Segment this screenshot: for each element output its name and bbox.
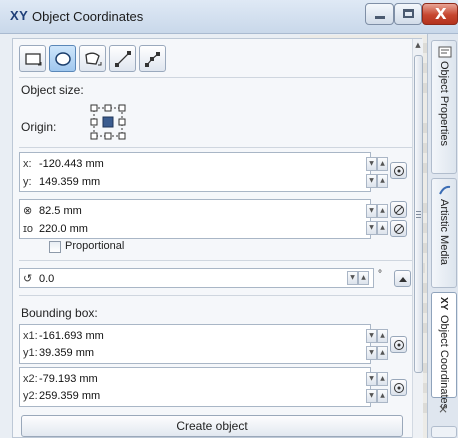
object-coordinates-window: XY Object Coordinates X Object size: Ori… [0,0,458,438]
origin-label: Origin: [21,120,57,134]
close-button[interactable]: X [422,3,458,25]
degree-unit: ° [378,269,382,280]
separator [19,260,413,261]
tab-label: Object Properties [438,61,450,146]
close-icon[interactable]: × [438,402,448,416]
x1-value[interactable]: -161.693 mm [39,330,104,342]
tab-object-properties[interactable]: Object Properties [431,40,457,174]
x2-value[interactable]: -79.193 mm [39,373,98,385]
y2-value[interactable]: 259.359 mm [39,390,100,402]
x2-spinner[interactable]: ▼ ▲ [366,372,388,386]
rotation-value[interactable]: 0.0 [39,273,54,285]
y1-label: y1: [23,346,38,359]
line-icon [115,51,131,67]
bbox1-option-button[interactable] [390,336,407,353]
panel-scrollbar[interactable]: ▲ [412,39,423,438]
height-icon: ɪo [23,222,34,235]
rotation-input-group [19,268,374,288]
lock-icon [394,224,404,234]
proportional-checkbox[interactable] [49,241,61,253]
scroll-thumb[interactable] [414,55,423,373]
window-title: Object Coordinates [32,9,144,24]
ellipse-tool-button[interactable] [49,45,76,72]
tab-label: Artistic Media [438,199,450,266]
object-size-heading: Object size: [21,83,84,97]
rectangle-icon [25,53,42,66]
shape-toolbar [19,45,170,75]
docker-tab-strip: Object Properties Artistic Media XY Obje… [427,34,458,438]
object-properties-icon [438,46,452,58]
tab-label: Object Coordinates [438,315,450,410]
separator [19,77,413,78]
bounding-box-heading: Bounding box: [21,306,98,320]
line-tool-button[interactable] [109,45,136,72]
height-value[interactable]: 220.0 mm [39,223,88,235]
x2-label: x2: [23,372,38,385]
tab-artistic-media[interactable]: Artistic Media [431,178,457,288]
artistic-media-icon [439,185,451,195]
rotation-option-button[interactable] [394,270,411,287]
width-icon: ⊗ [23,205,33,217]
title-bar[interactable]: XY Object Coordinates X [0,0,458,34]
polygon-icon [85,52,102,66]
x-spinner[interactable]: ▼ ▲ [366,157,388,171]
origin-selector[interactable] [89,103,127,141]
x1-label: x1: [23,329,38,342]
x-value[interactable]: -120.443 mm [39,158,104,170]
y1-field[interactable]: y1: 39.359 mm [23,344,94,361]
curve-icon [145,52,160,67]
width-lock-button[interactable] [390,201,407,218]
position-x-field[interactable]: x: -120.443 mm [23,155,104,172]
xy-icon: XY [10,8,29,23]
rotate-icon: ↺ [23,273,33,285]
y2-field[interactable]: y2: 259.359 mm [23,387,100,404]
y-spinner[interactable]: ▼ ▲ [366,174,388,188]
maximize-icon [403,9,414,18]
minimize-button[interactable] [365,3,394,25]
y2-spinner[interactable]: ▼ ▲ [366,389,388,403]
docker-tab-partial[interactable] [431,426,457,438]
y-label: y: [23,175,32,188]
rotation-field[interactable]: ↺ 0.0 [23,270,54,287]
proportional-label: Proportional [65,240,125,252]
separator [19,147,413,148]
tab-object-coordinates[interactable]: XY Object Coordinates [431,292,457,409]
x-label: x: [23,157,32,170]
scroll-up-icon[interactable]: ▲ [413,41,423,55]
polygon-tool-button[interactable] [79,45,106,72]
target-icon [394,166,404,176]
create-object-button[interactable]: Create object [21,415,403,437]
close-icon: X [435,5,447,23]
height-lock-button[interactable] [390,220,407,237]
x1-spinner[interactable]: ▼ ▲ [366,329,388,343]
height-spinner[interactable]: ▼ ▲ [366,221,388,235]
ellipse-icon [55,52,71,66]
y1-value[interactable]: 39.359 mm [39,347,94,359]
width-spinner[interactable]: ▼ ▲ [366,204,388,218]
target-icon [394,383,404,393]
separator [19,295,413,296]
lock-icon [394,205,404,215]
y2-label: y2: [23,389,38,402]
y1-spinner[interactable]: ▼ ▲ [366,346,388,360]
x1-field[interactable]: x1: -161.693 mm [23,327,104,344]
up-arrow-icon [399,277,407,282]
maximize-button[interactable] [394,3,422,25]
object-coordinates-panel: Object size: Origin: x: -120.443 mm y: 1… [12,38,423,438]
bbox2-option-button[interactable] [390,379,407,396]
y-value[interactable]: 149.359 mm [39,176,100,188]
position-option-button[interactable] [390,162,407,179]
target-icon [394,340,404,350]
rectangle-tool-button[interactable] [19,45,46,72]
height-field[interactable]: ɪo 220.0 mm [23,220,88,237]
x2-field[interactable]: x2: -79.193 mm [23,370,98,387]
grip-icon [416,211,421,220]
rotation-spinner[interactable]: ▼ ▲ [347,271,369,285]
position-y-field[interactable]: y: 149.359 mm [23,173,100,190]
curve-tool-button[interactable] [139,45,166,72]
width-value[interactable]: 82.5 mm [39,205,82,217]
minimize-icon [375,16,385,19]
xy-icon: XY [438,297,449,311]
width-field[interactable]: ⊗ 82.5 mm [23,202,82,219]
